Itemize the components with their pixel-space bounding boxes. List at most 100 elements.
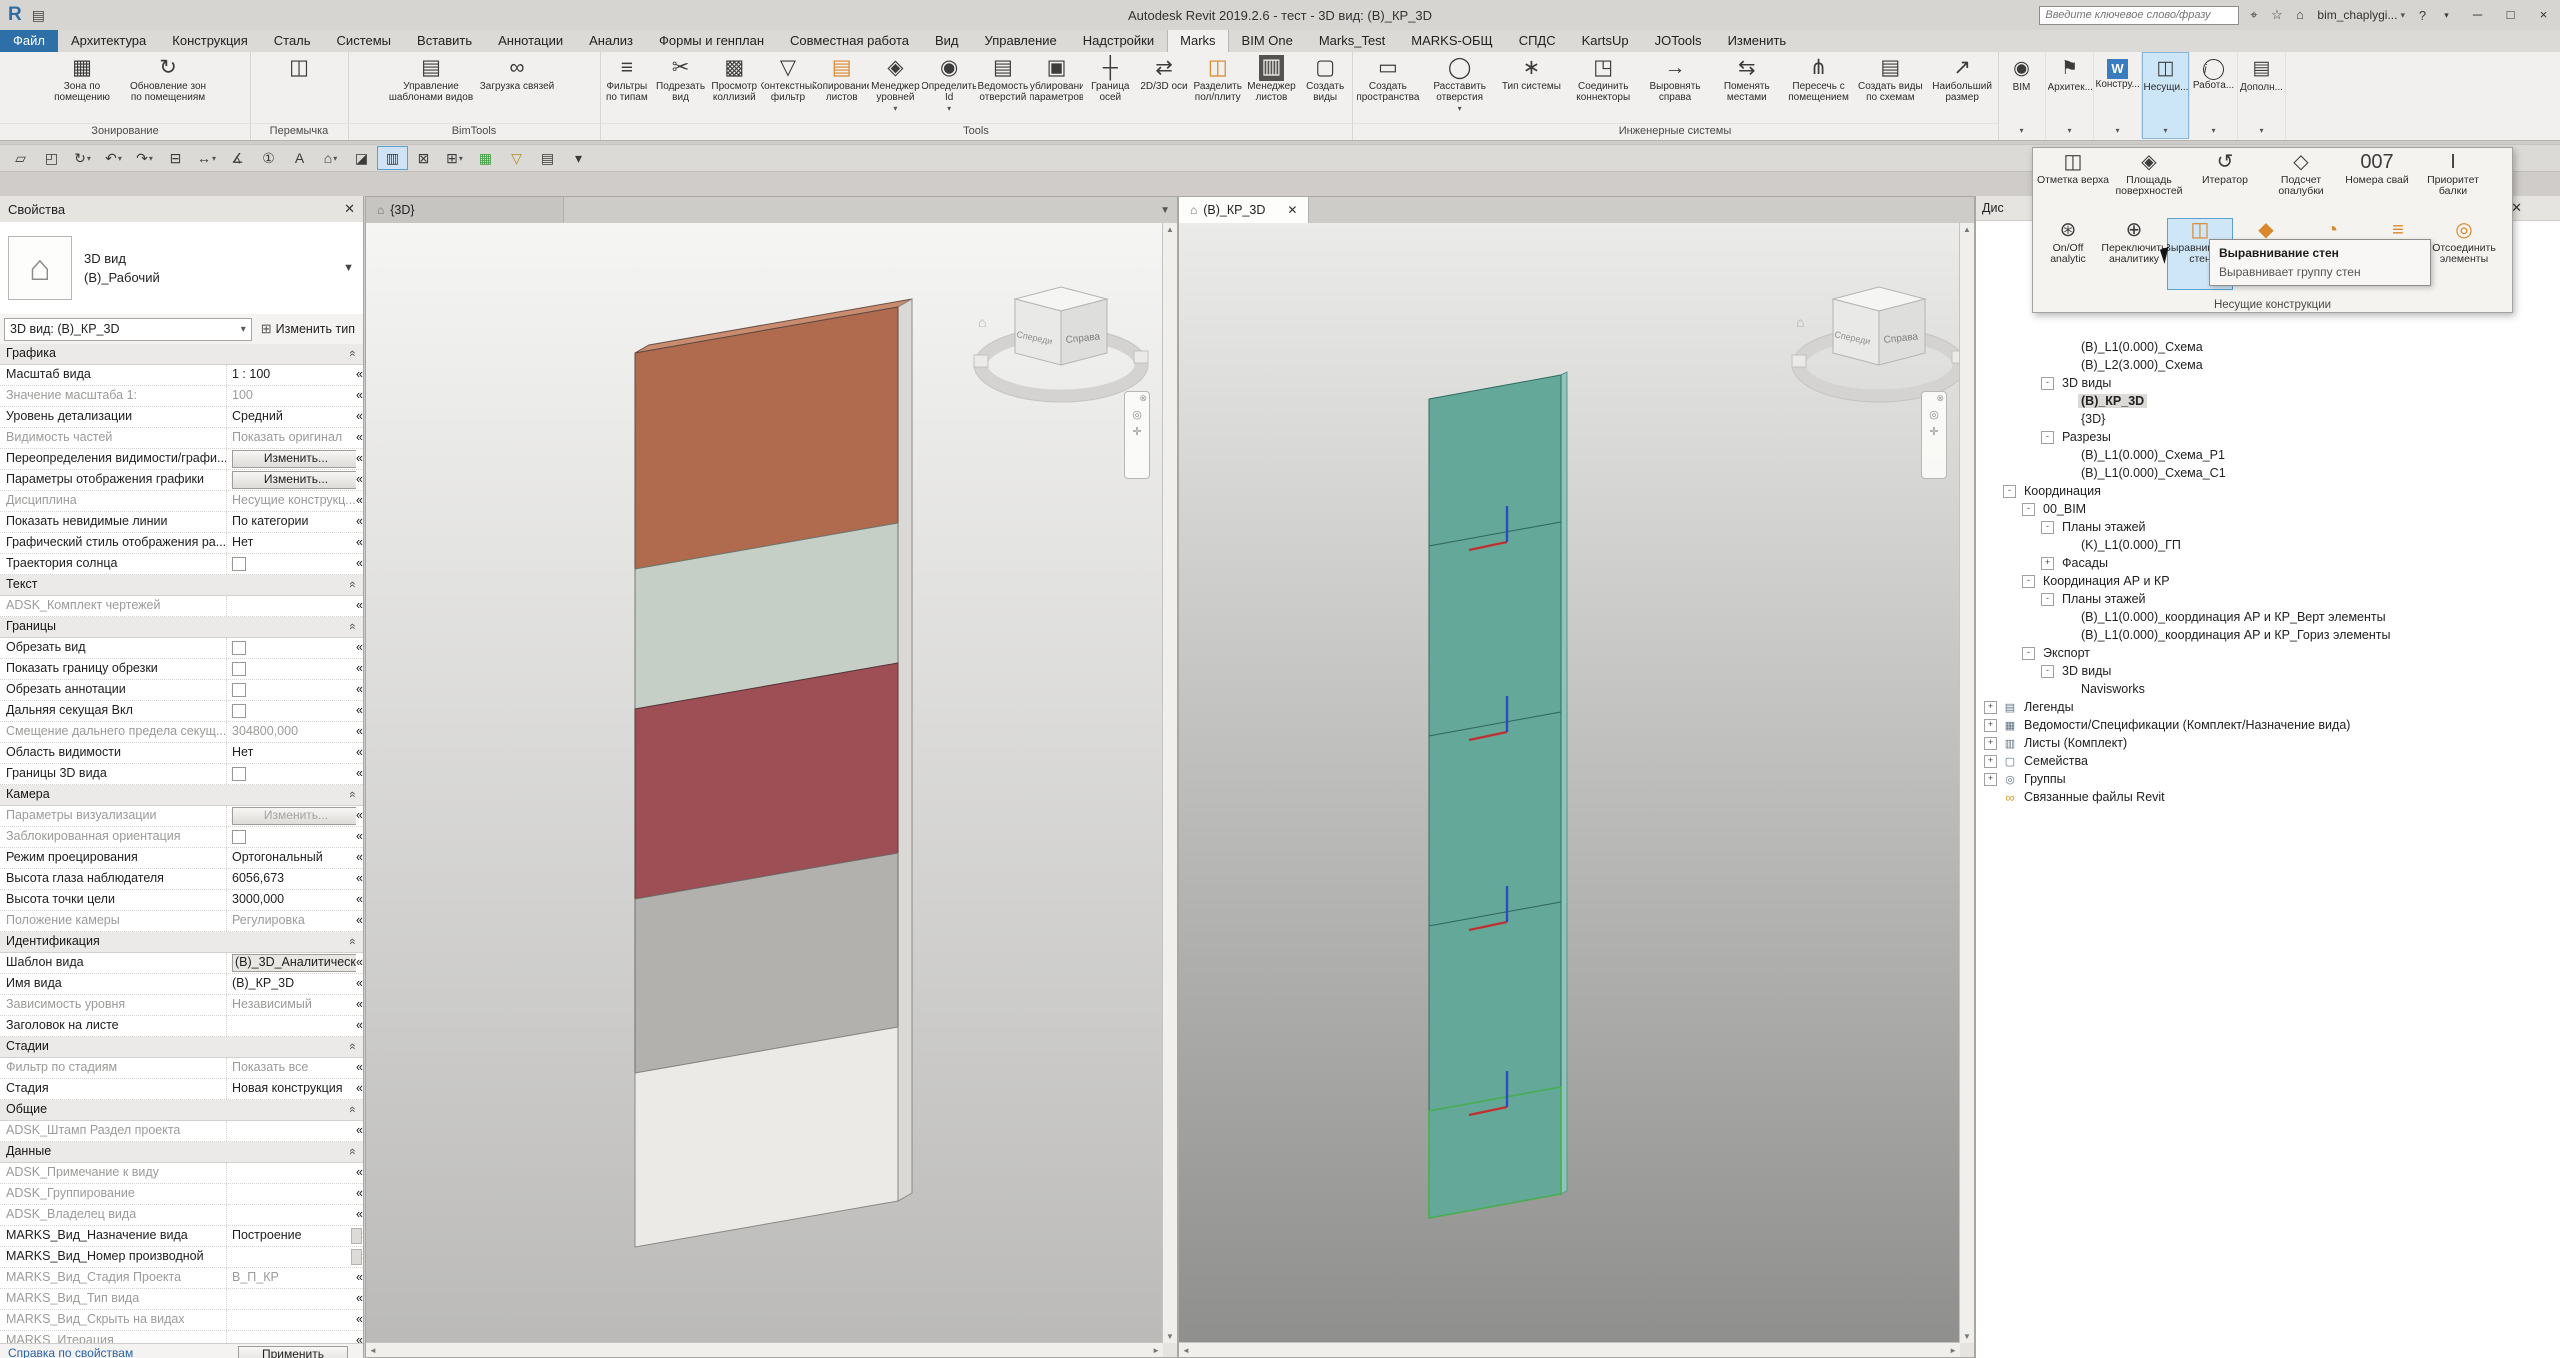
property-row[interactable]: Переопределения видимости/графи... Измен… [0, 449, 363, 470]
ribbon-tab[interactable]: Файл [0, 30, 58, 52]
property-row[interactable]: Параметры визуализации Изменить... « [0, 806, 363, 827]
property-value[interactable]: 100 [227, 386, 356, 406]
ribbon-button[interactable]: ▩ Просмотр коллизий [707, 55, 761, 121]
property-value[interactable] [227, 701, 356, 721]
type-selector[interactable]: ⌂ 3D вид (B)_Рабочий ▼ [0, 222, 363, 315]
property-value[interactable] [227, 1163, 356, 1183]
property-row[interactable]: Границы 3D вида « [0, 764, 363, 785]
property-value[interactable]: (B)_3D_Аналитически [227, 953, 356, 973]
ribbon-tab[interactable]: Совместная работа [777, 30, 922, 52]
property-row[interactable]: MARKS_Вид_Тип вида « [0, 1289, 363, 1310]
section-collapse-icon[interactable]: « [356, 1310, 363, 1330]
property-row[interactable]: Шаблон вида (B)_3D_Аналитически « [0, 953, 363, 974]
section-collapse-icon[interactable]: « [343, 938, 362, 945]
properties-help-link[interactable]: Справка по свойствам [8, 1346, 133, 1358]
ribbon-tab[interactable]: Marks_Test [1306, 30, 1398, 52]
ribbon-tab[interactable]: Системы [324, 30, 404, 52]
flyout-button[interactable]: ⊛ On/Off analytic [2035, 218, 2101, 290]
section-collapse-icon[interactable]: « [356, 533, 363, 553]
toolbar-icon-button[interactable]: ∡ [223, 147, 252, 169]
tree-expander-icon[interactable]: - [2041, 593, 2054, 606]
property-value[interactable]: Показать оригинал [227, 428, 356, 448]
section-collapse-icon[interactable]: « [356, 491, 363, 511]
tree-expander-icon[interactable]: - [2022, 647, 2035, 660]
property-row[interactable]: MARKS_Вид_Номер производной « [0, 1247, 363, 1268]
toolbar-icon-button[interactable]: ▱ [6, 147, 35, 169]
property-value[interactable]: 304800,000 [227, 722, 356, 742]
section-collapse-icon[interactable]: « [343, 1043, 362, 1050]
tree-expander-icon[interactable]: - [2022, 575, 2035, 588]
ribbon-panel-toggle[interactable]: ▤ Дополн... ▾ [2238, 52, 2286, 139]
ribbon-button[interactable]: ⇆ Поменять местами [1711, 55, 1783, 121]
property-row[interactable]: Дальняя секущая Вкл « [0, 701, 363, 722]
tree-item[interactable]: + Фасады [1976, 554, 2560, 572]
ribbon-button[interactable]: ▣ Дублирование параметров [1030, 55, 1084, 121]
property-value[interactable] [227, 1016, 356, 1036]
ribbon-button[interactable]: ▭ Создать пространства [1352, 55, 1424, 121]
window-control-button[interactable]: ─ [2461, 0, 2494, 30]
property-value[interactable] [227, 1205, 356, 1225]
tree-expander-icon[interactable]: - [2022, 503, 2035, 516]
ribbon-tab[interactable]: Формы и генплан [646, 30, 777, 52]
ribbon-panel-toggle[interactable]: i Работа... ▾ [2190, 52, 2238, 139]
property-row[interactable]: ADSK_Группирование « [0, 1184, 363, 1205]
viewcube[interactable]: Спереди Справа ⌂ [974, 287, 1148, 402]
section-collapse-icon[interactable]: « [343, 623, 362, 630]
ribbon-button[interactable]: ◫ [256, 55, 342, 121]
tree-item[interactable]: {3D} [1976, 410, 2560, 428]
tree-expander-icon[interactable]: + [1984, 701, 1997, 714]
ribbon-button[interactable]: ▥ Менеджер листов [1245, 55, 1299, 121]
section-collapse-icon[interactable]: « [356, 953, 363, 973]
property-row[interactable]: Высота глаза наблюдателя 6056,673 « [0, 869, 363, 890]
property-row[interactable]: Уровень детализации Средний « [0, 407, 363, 428]
section-collapse-icon[interactable]: « [356, 974, 363, 994]
property-row[interactable]: Стадия Новая конструкция « [0, 1079, 363, 1100]
flyout-button[interactable]: I Приоритет балки [2415, 150, 2491, 216]
property-value[interactable] [227, 680, 356, 700]
ribbon-panel-toggle[interactable]: ◫ Несущи... ▾ [2142, 52, 2190, 139]
section-collapse-icon[interactable]: « [356, 1268, 363, 1288]
section-collapse-icon[interactable]: « [343, 791, 362, 798]
section-collapse-icon[interactable]: « [356, 386, 363, 406]
property-row[interactable]: Масштаб вида 1 : 100 « [0, 365, 363, 386]
ribbon-tab[interactable]: BIM One [1229, 30, 1306, 52]
vertical-scrollbar[interactable]: ▲▼ [1959, 223, 1974, 1343]
property-value[interactable]: Независимый [227, 995, 356, 1015]
tree-item[interactable]: - Разрезы [1976, 428, 2560, 446]
search-input[interactable] [2039, 6, 2239, 25]
ribbon-button[interactable]: ◈ Менеджер уровней [869, 55, 923, 121]
tree-item[interactable]: - Координация АР и КР [1976, 572, 2560, 590]
property-row[interactable]: Зависимость уровня Независимый « [0, 995, 363, 1016]
revit-logo-icon[interactable]: R [8, 4, 22, 26]
help-icon[interactable]: ? [2413, 8, 2432, 23]
horizontal-scrollbar[interactable]: ◄► [366, 1342, 1163, 1357]
titlebar-icon[interactable]: ⌂ [2290, 7, 2309, 23]
tree-item[interactable]: ∞ Связанные файлы Revit [1976, 788, 2560, 806]
toolbar-icon-button[interactable]: ↔ [192, 147, 221, 169]
property-row[interactable]: Границы « [0, 617, 363, 638]
property-value[interactable] [227, 554, 356, 574]
tree-item[interactable]: Navisworks [1976, 680, 2560, 698]
property-row[interactable]: Положение камеры Регулировка « [0, 911, 363, 932]
section-collapse-icon[interactable]: « [356, 1205, 363, 1225]
tree-item[interactable]: - Планы этажей [1976, 518, 2560, 536]
tree-item[interactable]: (B)_L1(0.000)_координация АР и КР_Гориз … [1976, 626, 2560, 644]
property-row[interactable]: Параметры отображения графики Изменить..… [0, 470, 363, 491]
ribbon-button[interactable]: ◯ Расставить отверстия [1424, 55, 1496, 121]
tree-item[interactable]: - 00_BIM [1976, 500, 2560, 518]
viewcube[interactable]: Спереди Справа ⌂ [1792, 287, 1960, 402]
section-collapse-icon[interactable]: « [356, 743, 363, 763]
close-icon[interactable]: ✕ [344, 201, 355, 217]
navigation-bar[interactable]: ⊗ ◎ ✛ [1124, 391, 1150, 479]
property-value[interactable] [227, 764, 356, 784]
property-row[interactable]: Траектория солнца « [0, 554, 363, 575]
property-row[interactable]: Показать невидимые линии По категории « [0, 512, 363, 533]
tree-expander-icon[interactable]: - [2041, 431, 2054, 444]
property-row[interactable]: Область видимости Нет « [0, 743, 363, 764]
property-value[interactable] [227, 1289, 356, 1309]
toolbar-icon-button[interactable]: A [285, 147, 314, 169]
ribbon-tab[interactable]: Надстройки [1070, 30, 1167, 52]
tree-expander-icon[interactable]: + [1984, 755, 1997, 768]
section-collapse-icon[interactable]: « [356, 1121, 363, 1141]
tree-expander-icon[interactable]: - [2003, 485, 2016, 498]
